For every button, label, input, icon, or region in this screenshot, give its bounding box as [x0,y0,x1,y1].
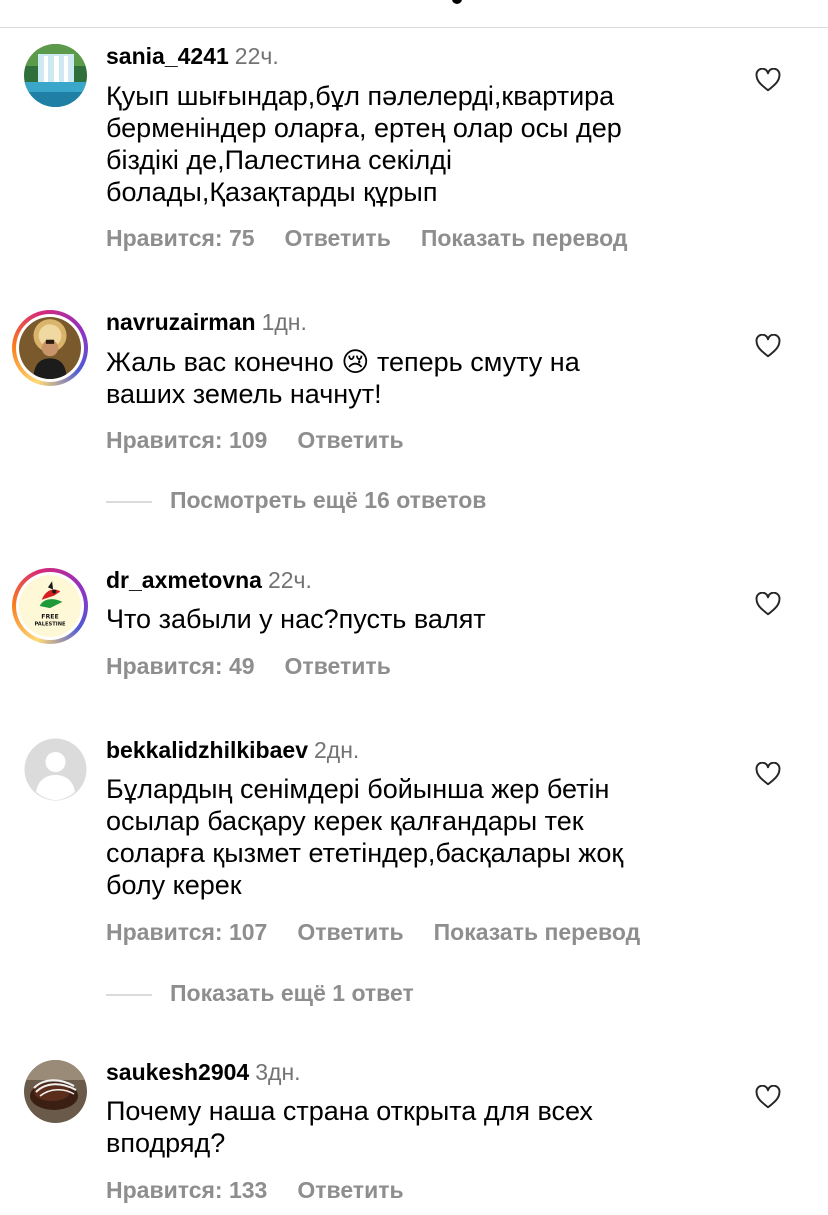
translate-button[interactable]: Показать перевод [421,225,628,251]
reply-button[interactable]: Ответить [285,653,391,679]
timestamp: 22ч. [234,43,279,69]
view-more-replies-label: Посмотреть ещё 16 ответов [170,487,487,513]
svg-text:PALESTINE: PALESTINE [34,622,66,628]
timestamp: 1дн. [261,309,307,335]
comment-actions: Нравится: 49 Ответить [106,652,421,680]
like-count[interactable]: Нравится: 75 [106,225,255,251]
avatar-ring-gap [16,314,84,382]
reply-button[interactable]: Ответить [285,225,391,251]
like-count[interactable]: Нравится: 109 [106,427,267,453]
timestamp: 2дн. [313,737,360,763]
food-avatar-image [24,1060,87,1123]
username[interactable]: sania_4241 [106,43,229,69]
comment-actions: Нравится: 109 Ответить [106,426,434,454]
avatar [19,317,81,379]
comment-actions: Нравится: 75 Ответить Показать перевод [106,224,657,252]
reply-button[interactable]: Ответить [297,427,403,453]
comment-text: Что забыли у нас?пусть валят [106,604,486,634]
person-portrait-image [19,317,81,379]
heart-outline-icon[interactable] [755,68,781,92]
avatar-story-ring[interactable]: FREE PALESTINE [12,568,88,644]
comment-header: sania_4241 22ч. [106,42,279,70]
timestamp: 22ч. [267,567,312,593]
view-more-replies[interactable]: Посмотреть ещё 16 ответов [106,486,486,514]
comment-text-part: Жаль вас конечно [106,347,342,377]
person-silhouette-icon[interactable] [24,738,87,801]
comment-actions: Нравится: 107 Ответить Показать перевод [106,918,670,946]
username[interactable]: bekkalidzhilkibaev [106,737,308,763]
username[interactable]: dr_axmetovna [106,567,262,593]
comment-header: navruzairman 1дн. [106,308,307,336]
heart-outline-icon[interactable] [755,762,781,786]
free-palestine-logo: FREE PALESTINE [19,575,81,637]
comment-text: Қуып шығындар,бұл пәлелерді,квартира бер… [106,81,622,207]
svg-text:FREE: FREE [41,613,58,620]
view-more-replies[interactable]: Показать ещё 1 ответ [106,979,414,1007]
comment-text: Бұлардың сенімдері бойынша жер бетін осы… [106,774,624,900]
avatar-ring-gap: FREE PALESTINE [16,572,84,640]
comment-header: bekkalidzhilkibaev 2дн. [106,736,359,764]
reply-button[interactable]: Ответить [297,919,403,945]
replies-divider [106,993,152,996]
reply-button[interactable]: Ответить [297,1177,403,1203]
comment-header: dr_axmetovna 22ч. [106,566,312,594]
view-more-replies-label: Показать ещё 1 ответ [170,980,414,1006]
timestamp: 3дн. [255,1059,301,1085]
avatar: FREE PALESTINE [19,575,81,637]
translate-button[interactable]: Показать перевод [434,919,641,945]
comment-actions: Нравится: 133 Ответить [106,1176,434,1204]
username[interactable]: navruzairman [106,309,256,335]
top-divider [0,0,828,28]
username[interactable]: saukesh2904 [106,1059,249,1085]
like-count[interactable]: Нравится: 49 [106,653,255,679]
header-fragment [452,0,462,4]
avatar[interactable] [24,44,87,107]
crying-face-emoji: 😢 [341,347,370,377]
comment-header: saukesh2904 3дн. [106,1058,301,1086]
like-count[interactable]: Нравится: 107 [106,919,267,945]
comment-text: Почему наша страна открыта для всех впод… [106,1096,593,1158]
like-count[interactable]: Нравится: 133 [106,1177,267,1203]
heart-outline-icon[interactable] [755,334,781,358]
heart-outline-icon[interactable] [755,1085,781,1109]
replies-divider [106,500,152,503]
comment-text: Жаль вас конечно 😢 теперь смуту на ваших… [106,346,726,410]
avatar[interactable] [24,1060,87,1123]
heart-outline-icon[interactable] [755,592,781,616]
avatar-story-ring[interactable] [12,310,88,386]
waterfall-avatar-image [24,44,87,107]
